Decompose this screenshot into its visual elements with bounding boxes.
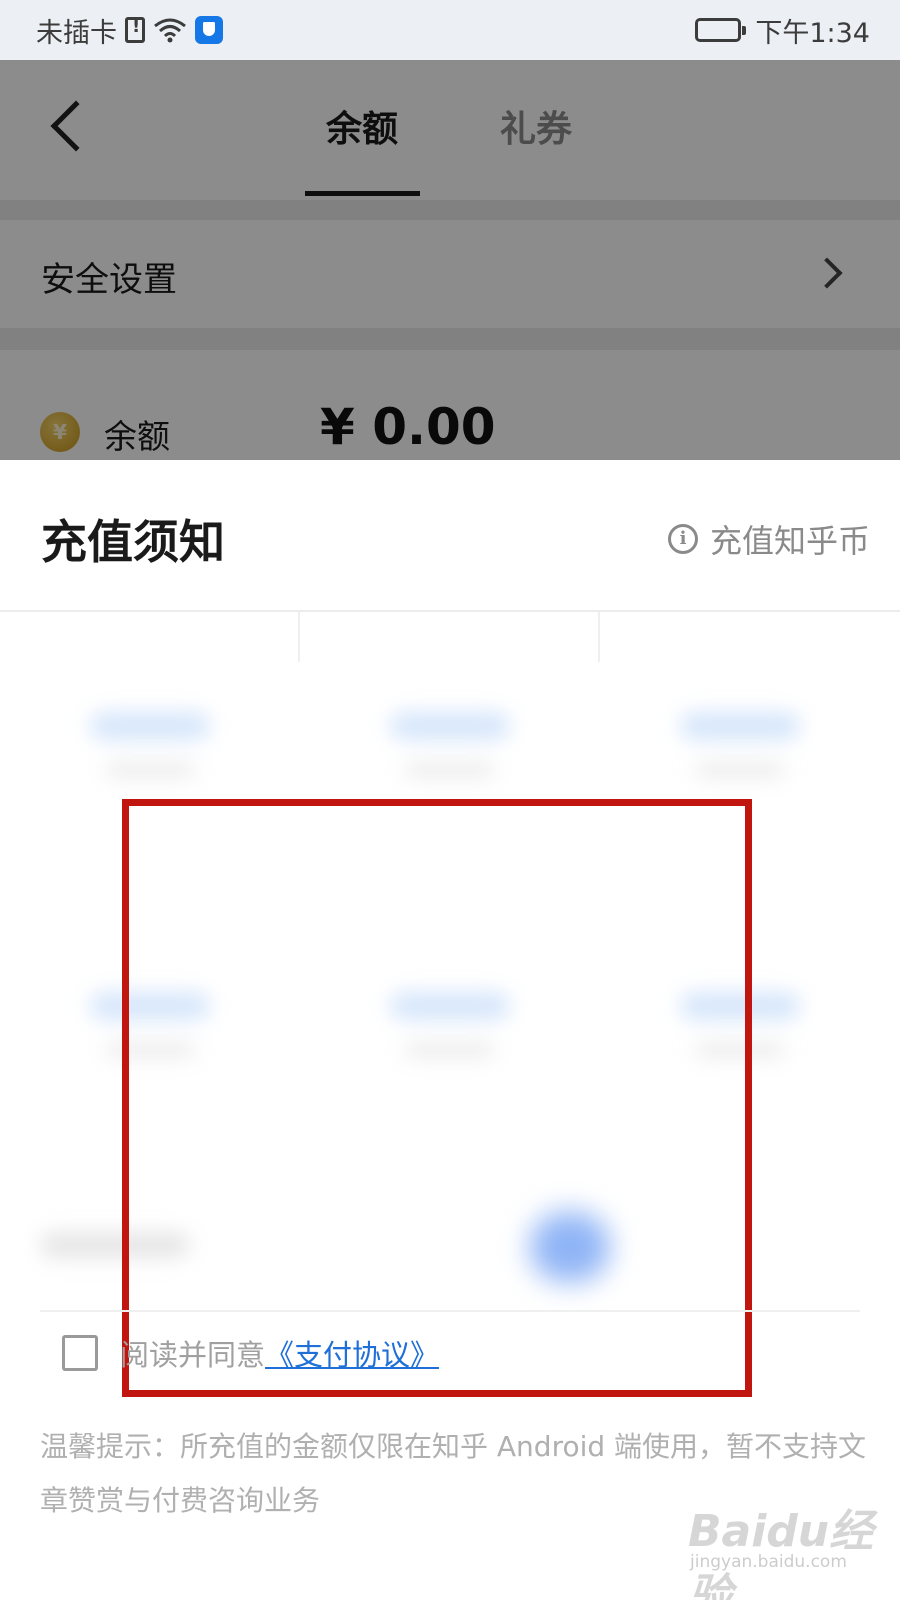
column-divider: [298, 612, 300, 662]
recharge-options-grid: [0, 612, 900, 1397]
agree-prefix: 阅读并同意: [120, 1338, 266, 1372]
payment-agreement-link[interactable]: 《支付协议》: [265, 1332, 439, 1374]
wifi-icon: [153, 16, 187, 44]
clock: 下午1:34: [755, 17, 870, 49]
sim-alert-icon: [125, 16, 145, 43]
highlight-frame: [122, 799, 752, 1397]
sheet-title: 充值须知: [41, 515, 225, 569]
info-icon: i: [667, 524, 698, 554]
watermark-url: jingyan.baidu.com: [690, 1552, 847, 1572]
recharge-option[interactable]: [660, 712, 820, 802]
watermark-logo: Baidu经验: [688, 1506, 874, 1600]
modal-overlay[interactable]: [0, 60, 900, 460]
recharge-sheet: 充值须知 i 充值知乎币 阅读并同意 《支付协议》 温馨提示：所充值的金额仅限在…: [0, 460, 900, 1600]
agreement-row: 阅读并同意 《支付协议》: [62, 1332, 439, 1374]
status-bar: 未插卡 下午1:34: [0, 0, 900, 60]
recharge-coins-link[interactable]: i 充值知乎币: [667, 516, 870, 562]
recharge-coins-label: 充值知乎币: [709, 522, 870, 560]
divider: [40, 1310, 860, 1312]
recharge-option[interactable]: [70, 712, 230, 802]
battery-icon: [695, 18, 747, 42]
column-divider: [598, 612, 600, 662]
agree-checkbox[interactable]: [62, 1335, 98, 1371]
recharge-option[interactable]: [370, 712, 530, 802]
shield-icon: [195, 16, 223, 44]
screen: 未插卡 下午1:34 余额 礼券 安全设: [0, 0, 900, 1600]
carrier-label: 未插卡: [36, 17, 117, 49]
